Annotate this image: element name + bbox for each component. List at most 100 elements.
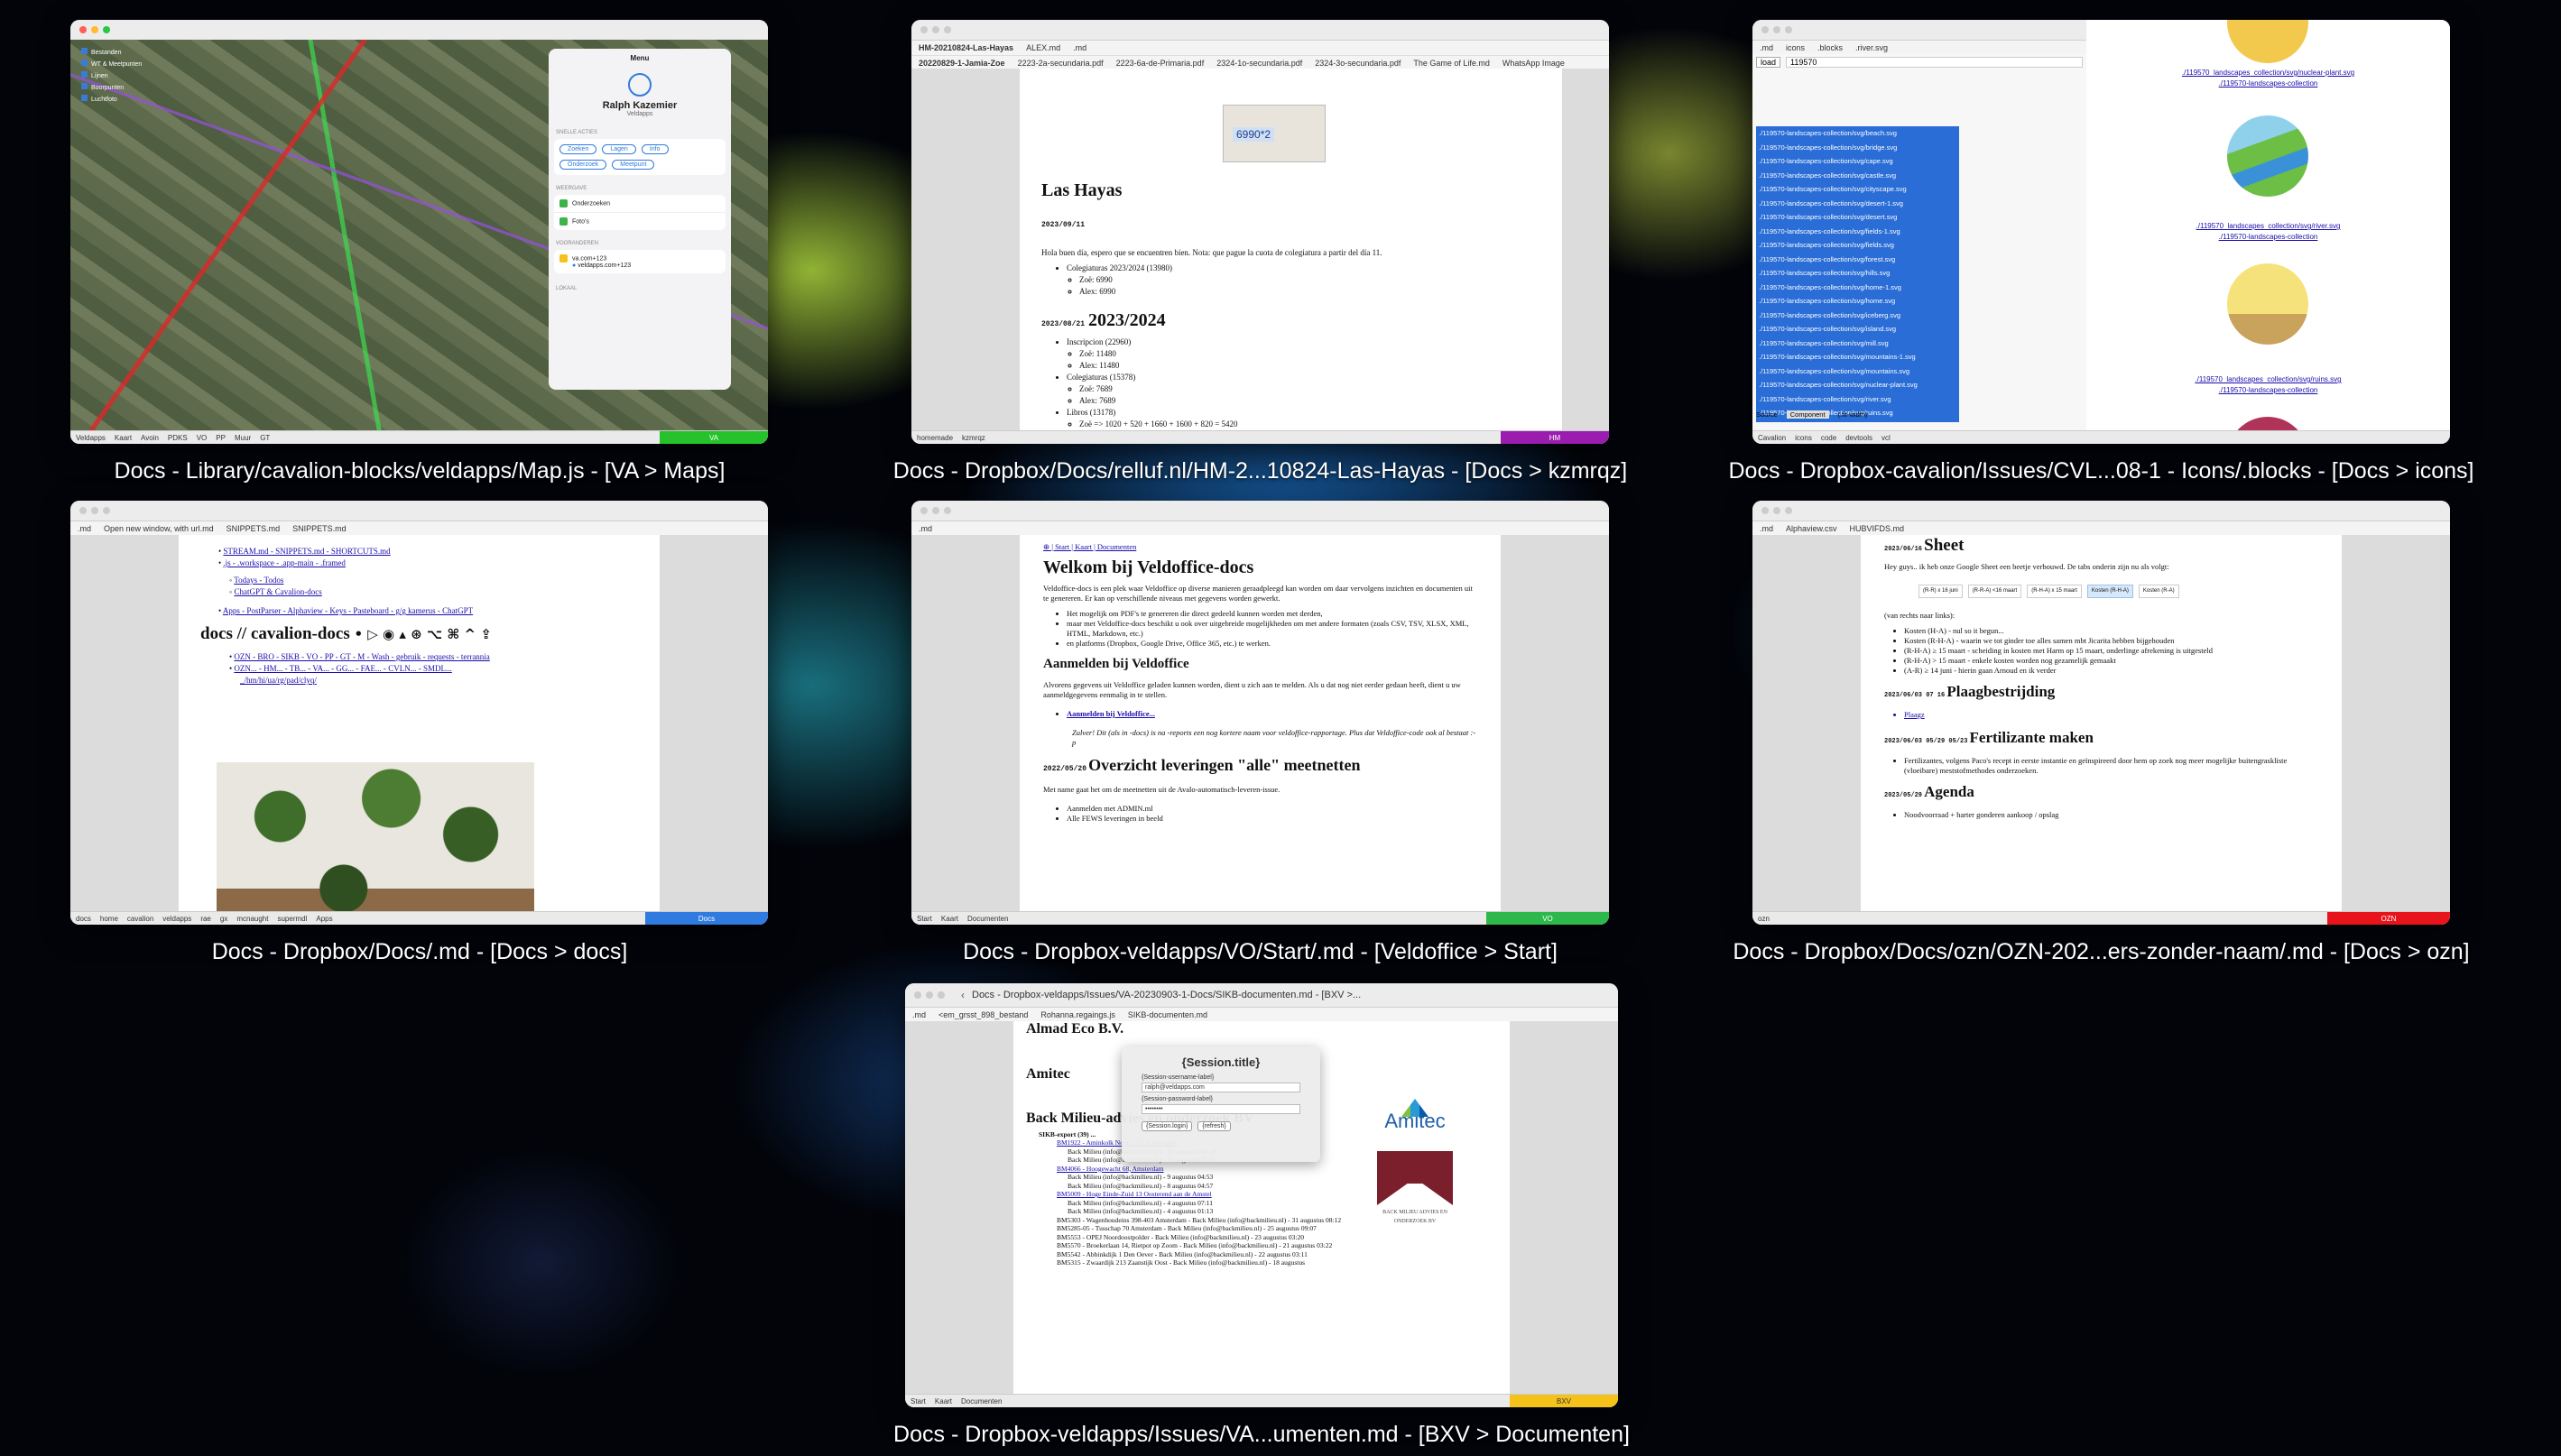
- close-dot[interactable]: [1761, 507, 1769, 514]
- status-item[interactable]: GT: [260, 434, 270, 442]
- tab[interactable]: 2324-1o-secundaria.pdf: [1216, 59, 1302, 68]
- status-item[interactable]: gx: [220, 915, 227, 923]
- window-thumbnail-sikb[interactable]: ‹ Docs - Dropbox-veldapps/Issues/VA-2023…: [905, 983, 1618, 1407]
- status-item[interactable]: Veldapps: [76, 434, 106, 442]
- status-item[interactable]: ozn: [1758, 915, 1770, 923]
- pill-button[interactable]: Info: [641, 144, 669, 154]
- breadcrumb[interactable]: ⊕ | Start | Kaart | Documenten: [1043, 542, 1477, 552]
- sheet-tab[interactable]: Kosten (R-H-A): [2086, 585, 2133, 598]
- sheet-tab[interactable]: (R-R) x 16 juni: [1918, 585, 1963, 598]
- status-badge[interactable]: VA: [660, 431, 768, 444]
- layer-item[interactable]: WT & Meetpunten: [81, 59, 217, 70]
- tab[interactable]: 20220829-1-Jamia-Zoe: [919, 59, 1005, 68]
- status-item[interactable]: PP: [216, 434, 226, 442]
- tab[interactable]: .river.svg: [1855, 43, 1888, 52]
- icon-link[interactable]: ./119570_landscapes_collection/svg/nucle…: [2086, 69, 2450, 77]
- layer-item[interactable]: Lijnen: [81, 70, 217, 82]
- file-row[interactable]: ./119570-landscapes-collection/svg/beach…: [1759, 126, 1959, 141]
- file-row[interactable]: ./119570-landscapes-collection/svg/field…: [1759, 238, 1959, 253]
- status-item[interactable]: supermdl: [277, 915, 307, 923]
- map-area[interactable]: Bestanden WT & Meetpunten Lijnen Boorpun…: [70, 40, 768, 431]
- login-link[interactable]: Aanmelden bij Veldoffice...: [1067, 709, 1155, 718]
- tab[interactable]: .blocks: [1817, 43, 1843, 52]
- link-group[interactable]: ChatGPT & Cavalion-docs: [234, 587, 321, 596]
- status-badge[interactable]: OZN: [2327, 912, 2450, 925]
- status-item[interactable]: Kaart: [115, 434, 132, 442]
- back-icon[interactable]: ‹: [961, 989, 965, 1001]
- minimize-dot[interactable]: [1773, 26, 1780, 33]
- status-item[interactable]: veldapps: [162, 915, 191, 923]
- tab[interactable]: The Game of Life.md: [1413, 59, 1490, 68]
- status-item[interactable]: homemade: [917, 434, 953, 442]
- tab[interactable]: 2223-6a-de-Primaria.pdf: [1116, 59, 1205, 68]
- file-row[interactable]: ./119570-landscapes-collection/svg/bridg…: [1759, 141, 1959, 155]
- pill-button[interactable]: Onderzoek: [559, 160, 607, 170]
- link-group[interactable]: Todays - Todos: [234, 576, 283, 585]
- close-dot[interactable]: [1761, 26, 1769, 33]
- file-row[interactable]: ./119570-landscapes-collection/svg/deser…: [1759, 197, 1959, 211]
- recent-item[interactable]: va.com+123 ● veldapps.com+123: [554, 250, 726, 273]
- zoom-dot[interactable]: [938, 991, 945, 999]
- status-item[interactable]: Cavalion: [1758, 434, 1786, 442]
- status-item[interactable]: Documenten: [967, 915, 1008, 923]
- tab[interactable]: Open new window, with url.md: [104, 524, 214, 533]
- close-dot[interactable]: [79, 507, 87, 514]
- layer-item[interactable]: Luchtfoto: [81, 94, 217, 106]
- status-item[interactable]: code: [1821, 434, 1836, 442]
- file-row[interactable]: ./119570-landscapes-collection/svg/hills…: [1759, 266, 1959, 281]
- tab[interactable]: Component: [1786, 410, 1829, 419]
- icon-link[interactable]: ./119570_landscapes_collection/svg/river…: [2086, 222, 2450, 230]
- file-row[interactable]: ./119570-landscapes-collection/svg/home-…: [1759, 281, 1959, 295]
- status-item[interactable]: kzmrqz: [962, 434, 985, 442]
- tab[interactable]: .md: [1073, 43, 1086, 52]
- link-group[interactable]: Apps - PostParser - Alphaview - Keys - P…: [223, 606, 473, 615]
- status-item[interactable]: mcnaught: [236, 915, 268, 923]
- status-item[interactable]: vcl: [1881, 434, 1891, 442]
- icon-link[interactable]: ./119570-landscapes-collection: [2086, 233, 2450, 241]
- layer-item[interactable]: Bestanden: [81, 47, 217, 59]
- status-item[interactable]: rae: [200, 915, 211, 923]
- file-row[interactable]: ./119570-landscapes-collection/svg/islan…: [1759, 322, 1959, 336]
- pill-button[interactable]: Meetpunt: [612, 160, 655, 170]
- file-row[interactable]: ./119570-landscapes-collection/svg/field…: [1759, 225, 1959, 239]
- status-item[interactable]: Documenten: [961, 1397, 1002, 1405]
- close-dot[interactable]: [79, 26, 87, 33]
- layer-item[interactable]: Boorpunten: [81, 82, 217, 94]
- file-row[interactable]: ./119570-landscapes-collection/svg/river…: [1759, 392, 1959, 407]
- file-row[interactable]: ./119570-landscapes-collection/svg/mount…: [1759, 350, 1959, 364]
- tab[interactable]: .md: [912, 1010, 926, 1019]
- tab[interactable]: ALEX.md: [1026, 43, 1060, 52]
- tab[interactable]: <em_grsst_898_bestand: [938, 1010, 1028, 1019]
- status-item[interactable]: VO: [197, 434, 208, 442]
- file-row[interactable]: ./119570-landscapes-collection/svg/deser…: [1759, 210, 1959, 225]
- link-group[interactable]: OZN... - HM... - TB... - VA... - GG... -…: [234, 664, 451, 673]
- username-field[interactable]: ralph@veldapps.com: [1142, 1083, 1300, 1092]
- status-badge[interactable]: HM: [1501, 431, 1609, 444]
- zoom-dot[interactable]: [103, 507, 110, 514]
- minimize-dot[interactable]: [926, 991, 933, 999]
- status-item[interactable]: devtools: [1845, 434, 1872, 442]
- zoom-dot[interactable]: [944, 507, 951, 514]
- tab[interactable]: (.fit-width): [1838, 410, 1868, 419]
- link-group[interactable]: _/hm/hi/ua/rg/pad/clyq/: [240, 676, 317, 685]
- status-badge[interactable]: VO: [1486, 912, 1609, 925]
- tab[interactable]: Alphaview.csv: [1786, 524, 1837, 533]
- status-item[interactable]: PDKS: [168, 434, 188, 442]
- minimize-dot[interactable]: [932, 507, 939, 514]
- icon-link[interactable]: ./119570_landscapes_collection/svg/ruins…: [2086, 375, 2450, 383]
- file-row[interactable]: ./119570-landscapes-collection/svg/fores…: [1759, 253, 1959, 267]
- status-item[interactable]: Kaart: [935, 1397, 952, 1405]
- tab[interactable]: HUBVIFDS.md: [1850, 524, 1905, 533]
- window-thumbnail-veldoffice[interactable]: .md ⊕ | Start | Kaart | Documenten Welko…: [911, 501, 1609, 925]
- file-row[interactable]: ./119570-landscapes-collection/svg/mill.…: [1759, 336, 1959, 351]
- window-thumbnail-icons[interactable]: .md icons .blocks .river.svg load 119570 ./…: [1752, 20, 2450, 444]
- icon-link[interactable]: ./119570-landscapes-collection: [2086, 386, 2450, 394]
- tab[interactable]: WhatsApp Image: [1502, 59, 1565, 68]
- tab[interactable]: HM-20210824-Las-Hayas: [919, 43, 1013, 52]
- tab[interactable]: SNIPPETS.md: [292, 524, 347, 533]
- search-input[interactable]: 119570: [1786, 57, 2083, 68]
- status-badge[interactable]: BXV: [1510, 1395, 1618, 1407]
- tab[interactable]: .md: [78, 524, 91, 533]
- tab[interactable]: .md: [1760, 524, 1773, 533]
- status-item[interactable]: Avoin: [141, 434, 159, 442]
